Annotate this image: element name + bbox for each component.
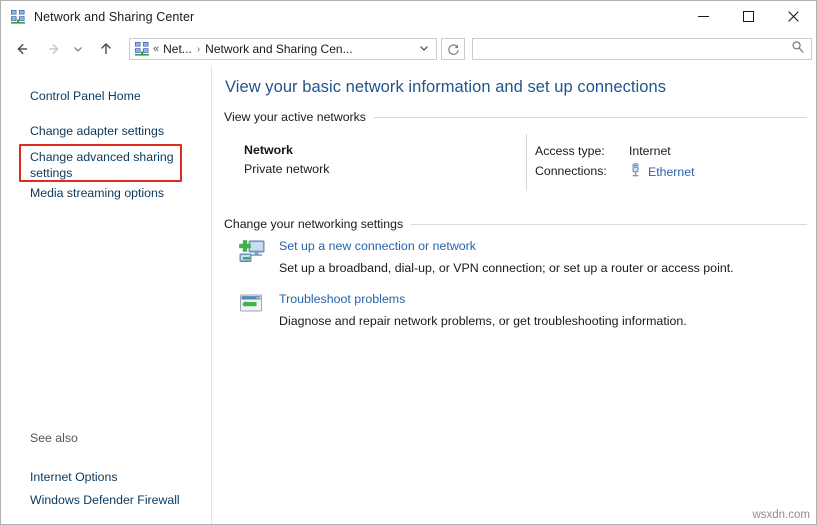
up-arrow-icon	[98, 41, 114, 57]
see-also-windows-defender-firewall[interactable]: Windows Defender Firewall	[30, 492, 180, 508]
network-icon	[10, 9, 26, 25]
task-description-set-up-new-connection: Set up a broadband, dial-up, or VPN conn…	[279, 261, 734, 275]
minimize-icon	[698, 11, 709, 22]
navigation-bar: « Net... › Network and Sharing Cen...	[1, 32, 816, 66]
section-rule	[374, 117, 807, 118]
watermark: wsxdn.com	[752, 509, 810, 521]
minimize-button[interactable]	[681, 1, 726, 32]
back-arrow-icon	[14, 41, 30, 57]
connections-value: Ethernet	[629, 163, 695, 180]
see-also-heading: See also	[30, 431, 78, 445]
ethernet-icon	[629, 163, 642, 180]
title-bar: Network and Sharing Center	[1, 1, 816, 32]
breadcrumb-item-sharing-center[interactable]: Network and Sharing Cen...	[205, 42, 352, 56]
new-connection-icon	[238, 238, 266, 266]
refresh-icon	[447, 43, 460, 56]
breadcrumb-overflow[interactable]: «	[153, 43, 159, 55]
chevron-down-icon	[72, 43, 84, 55]
address-bar[interactable]: « Net... › Network and Sharing Cen...	[129, 38, 437, 60]
forward-arrow-icon	[46, 41, 62, 57]
highlight-box	[19, 144, 182, 182]
network-icon	[134, 41, 150, 57]
section-header-change-settings: Change your networking settings	[224, 217, 807, 231]
see-also-internet-options[interactable]: Internet Options	[30, 469, 118, 485]
search-box[interactable]	[472, 38, 812, 60]
access-type-label: Access type:	[535, 144, 605, 158]
recent-locations-button[interactable]	[69, 36, 87, 62]
task-title-set-up-new-connection[interactable]: Set up a new connection or network	[279, 239, 476, 253]
forward-button[interactable]	[41, 36, 67, 62]
caption-buttons	[681, 1, 816, 32]
connections-label: Connections:	[535, 164, 607, 178]
access-type-value: Internet	[629, 144, 671, 158]
section-title-change-settings: Change your networking settings	[224, 217, 411, 231]
sidebar-item-control-panel-home[interactable]: Control Panel Home	[30, 88, 141, 104]
chevron-down-icon	[418, 42, 430, 54]
network-details-divider	[526, 134, 527, 191]
sidebar-item-change-adapter-settings[interactable]: Change adapter settings	[30, 123, 164, 139]
sidebar: Control Panel Home Change adapter settin…	[1, 66, 211, 525]
refresh-button[interactable]	[441, 38, 465, 60]
main-panel: View your basic network information and …	[212, 66, 817, 525]
close-button[interactable]	[771, 1, 816, 32]
network-name: Network	[244, 143, 293, 157]
maximize-button[interactable]	[726, 1, 771, 32]
section-rule	[411, 224, 807, 225]
up-button[interactable]	[93, 36, 119, 62]
search-icon[interactable]	[791, 40, 805, 59]
network-type: Private network	[244, 162, 329, 176]
window-title: Network and Sharing Center	[34, 10, 194, 24]
task-description-troubleshoot-problems: Diagnose and repair network problems, or…	[279, 314, 687, 328]
search-input[interactable]	[479, 41, 783, 57]
back-button[interactable]	[9, 36, 35, 62]
troubleshoot-icon	[238, 291, 266, 319]
address-dropdown-button[interactable]	[418, 42, 430, 57]
content-area: Control Panel Home Change adapter settin…	[1, 66, 817, 525]
section-title-active-networks: View your active networks	[224, 110, 374, 124]
sidebar-item-media-streaming-options[interactable]: Media streaming options	[30, 185, 164, 201]
breadcrumb-item-network[interactable]: Net...	[163, 42, 192, 56]
task-title-troubleshoot-problems[interactable]: Troubleshoot problems	[279, 292, 405, 306]
close-icon	[788, 11, 799, 22]
page-title: View your basic network information and …	[225, 78, 666, 97]
maximize-icon	[743, 11, 754, 22]
ethernet-link[interactable]: Ethernet	[648, 165, 695, 179]
breadcrumb-separator: ›	[197, 44, 200, 55]
section-header-active-networks: View your active networks	[224, 110, 807, 124]
network-and-sharing-center-window: Network and Sharing Center	[0, 0, 817, 525]
